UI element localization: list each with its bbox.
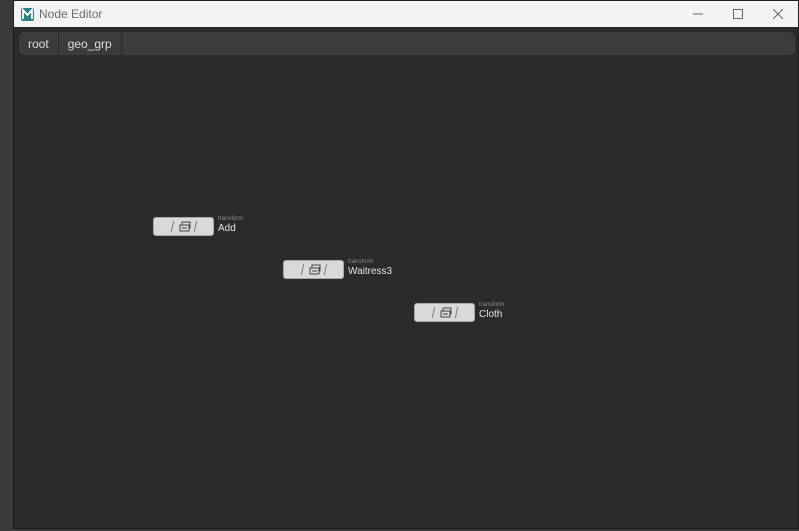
node-body[interactable] — [283, 260, 344, 279]
breadcrumb: root geo_grp — [19, 32, 795, 55]
close-icon — [773, 9, 783, 19]
node-graph-canvas[interactable]: transform Add transform Waitress3 transf… — [14, 57, 798, 528]
node-name-label: Waitress3 — [348, 266, 393, 277]
maximize-button[interactable] — [718, 1, 758, 27]
node-name-label: Add — [218, 223, 236, 234]
node-body[interactable] — [153, 217, 214, 236]
transform-node-icon — [179, 221, 191, 232]
minimize-icon — [693, 13, 703, 15]
node-type-label: transform — [218, 216, 244, 222]
node-body[interactable] — [414, 303, 475, 322]
window-controls — [678, 1, 798, 27]
node-editor-window: Node Editor root geo_grp transform Add t… — [13, 0, 799, 529]
node-type-label: transform — [479, 302, 505, 308]
transform-node-icon — [440, 307, 452, 318]
transform-node-icon — [309, 264, 321, 275]
breadcrumb-item-root[interactable]: root — [19, 32, 59, 55]
breadcrumb-item-geo-grp[interactable]: geo_grp — [59, 32, 122, 55]
node-type-label: transform — [348, 259, 374, 265]
minimize-button[interactable] — [678, 1, 718, 27]
maximize-icon — [733, 9, 743, 19]
title-bar[interactable]: Node Editor — [14, 1, 798, 27]
maya-logo-icon — [21, 7, 34, 21]
window-title: Node Editor — [39, 7, 103, 21]
close-button[interactable] — [758, 1, 798, 27]
node-name-label: Cloth — [479, 309, 503, 320]
